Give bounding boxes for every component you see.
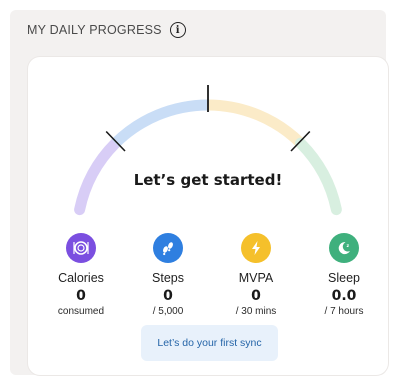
metric-mvpa[interactable]: MVPA 0 / 30 mins — [211, 233, 301, 317]
metric-mvpa-sub: / 30 mins — [235, 306, 277, 317]
metric-steps-value: 0 — [163, 288, 173, 304]
gauge-segment-steps — [111, 99, 209, 148]
metric-steps-sub: / 5,000 — [152, 306, 184, 317]
metric-calories-value: 0 — [76, 288, 86, 304]
gauge-segment-mvpa — [207, 99, 305, 148]
metric-calories[interactable]: Calories 0 consumed — [36, 233, 126, 317]
metric-sleep-value: 0.0 — [331, 288, 357, 304]
progress-card: Let’s get started! Calories 0 consumed S… — [28, 57, 388, 375]
section-header: MY DAILY PROGRESS i — [27, 20, 186, 40]
info-icon[interactable]: i — [169, 22, 186, 38]
footsteps-icon — [153, 233, 183, 263]
metric-calories-sub: consumed — [57, 306, 105, 317]
metric-mvpa-name: MVPA — [238, 271, 274, 285]
first-sync-button[interactable]: Let’s do your first sync — [141, 325, 278, 361]
svg-text:z: z — [347, 244, 350, 249]
metric-sleep-name: Sleep — [328, 271, 360, 285]
section-title: MY DAILY PROGRESS — [27, 23, 162, 37]
metrics-row: Calories 0 consumed Steps 0 / 5,000 MVPA… — [28, 233, 388, 323]
moon-icon: z — [329, 233, 359, 263]
lightning-icon — [241, 233, 271, 263]
metric-sleep[interactable]: z Sleep 0.0 / 7 hours — [299, 233, 389, 317]
metric-mvpa-value: 0 — [251, 288, 261, 304]
progress-gauge — [74, 85, 342, 216]
plate-icon — [66, 233, 96, 263]
progress-headline: Let’s get started! — [133, 171, 283, 189]
metric-calories-name: Calories — [58, 271, 104, 285]
metric-sleep-sub: / 7 hours — [324, 306, 364, 317]
daily-progress-panel: MY DAILY PROGRESS i Let’s get started! C… — [10, 10, 388, 375]
metric-steps-name: Steps — [152, 271, 184, 285]
metric-steps[interactable]: Steps 0 / 5,000 — [123, 233, 213, 317]
